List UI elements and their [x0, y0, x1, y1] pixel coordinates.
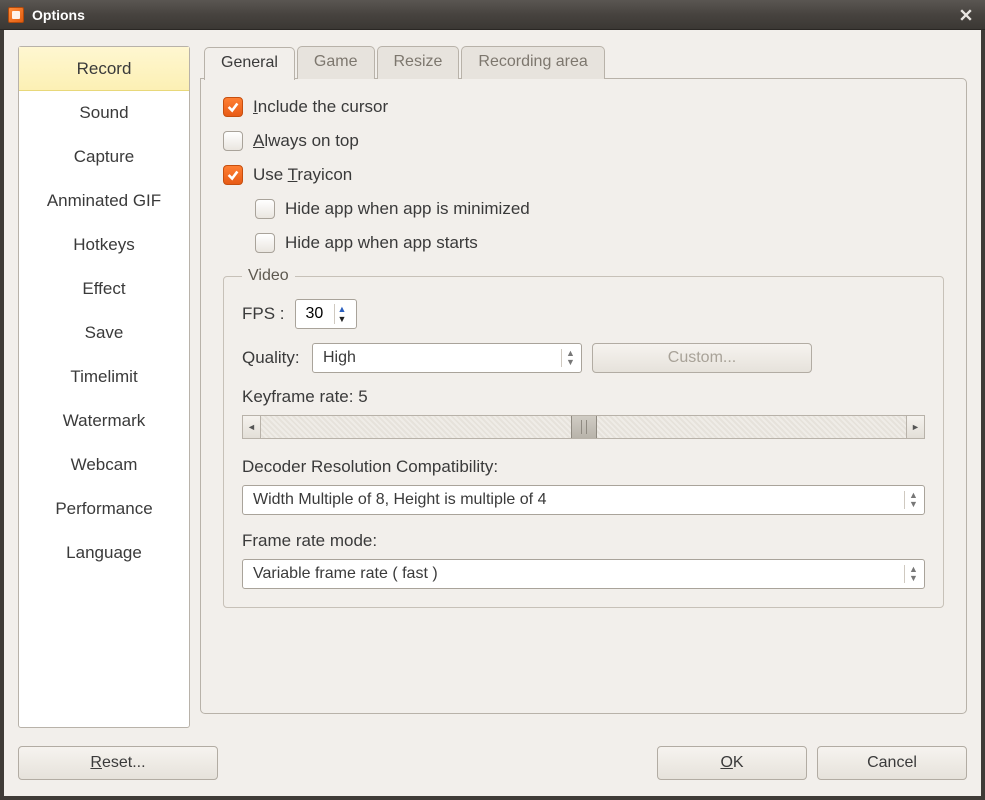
label-hide-minimized: Hide app when app is minimized — [285, 199, 530, 219]
sidebar-item-label: Anminated GIF — [47, 191, 161, 211]
tab-resize[interactable]: Resize — [377, 46, 460, 79]
tab-label: General — [221, 54, 278, 71]
sidebar-item-webcam[interactable]: Webcam — [19, 443, 189, 487]
label-always-on-top: Always on top — [253, 131, 359, 151]
combo-decoder[interactable]: Width Multiple of 8, Height is multiple … — [242, 485, 925, 515]
slider-keyframe[interactable]: ◄ ► — [242, 415, 925, 439]
sidebar-item-label: Record — [77, 59, 132, 79]
sidebar-item-effect[interactable]: Effect — [19, 267, 189, 311]
label-hide-start: Hide app when app starts — [285, 233, 478, 253]
sidebar-item-label: Capture — [74, 147, 134, 167]
combo-framerate[interactable]: Variable frame rate ( fast ) ▲▼ — [242, 559, 925, 589]
sidebar-item-hotkeys[interactable]: Hotkeys — [19, 223, 189, 267]
checkbox-include-cursor[interactable] — [223, 97, 243, 117]
tab-label: Game — [314, 53, 358, 70]
sidebar-item-watermark[interactable]: Watermark — [19, 399, 189, 443]
app-icon — [8, 7, 24, 23]
checkbox-hide-start[interactable] — [255, 233, 275, 253]
tab-game[interactable]: Game — [297, 46, 375, 79]
row-fps: FPS : ▲▼ — [242, 299, 925, 329]
reset-button[interactable]: Reset... — [18, 746, 218, 780]
sidebar-item-label: Hotkeys — [73, 235, 134, 255]
tab-label: Resize — [394, 53, 443, 70]
custom-button-label: Custom... — [668, 349, 736, 367]
label-keyframe: Keyframe rate: 5 — [242, 387, 925, 407]
row-hide-minimized: Hide app when app is minimized — [255, 199, 944, 219]
row-always-on-top: Always on top — [223, 131, 944, 151]
sidebar-item-label: Webcam — [71, 455, 138, 475]
label-framerate: Frame rate mode: — [242, 531, 925, 551]
row-quality: Quality: High ▲▼ Custom... — [242, 343, 925, 373]
sidebar-item-language[interactable]: Language — [19, 531, 189, 575]
cancel-button[interactable]: Cancel — [817, 746, 967, 780]
checkbox-use-trayicon[interactable] — [223, 165, 243, 185]
sidebar: Record Sound Capture Anminated GIF Hotke… — [18, 46, 190, 728]
sidebar-item-record[interactable]: Record — [19, 47, 189, 91]
sidebar-item-save[interactable]: Save — [19, 311, 189, 355]
row-hide-start: Hide app when app starts — [255, 233, 944, 253]
combo-quality[interactable]: High ▲▼ — [312, 343, 582, 373]
close-icon — [960, 9, 972, 21]
fieldset-video: Video FPS : ▲▼ Quality: Hig — [223, 267, 944, 608]
sidebar-item-label: Sound — [79, 103, 128, 123]
legend-video: Video — [242, 267, 295, 285]
combo-framerate-value: Variable frame rate ( fast ) — [253, 565, 438, 583]
checkbox-hide-minimized[interactable] — [255, 199, 275, 219]
chevron-updown-icon: ▲▼ — [904, 565, 920, 583]
row-use-trayicon: Use Trayicon — [223, 165, 944, 185]
label-fps: FPS : — [242, 304, 285, 324]
chevron-updown-icon: ▲▼ — [561, 349, 577, 367]
window-title: Options — [32, 7, 85, 23]
slider-left-button[interactable]: ◄ — [243, 416, 261, 438]
sidebar-item-capture[interactable]: Capture — [19, 135, 189, 179]
sidebar-item-animated-gif[interactable]: Anminated GIF — [19, 179, 189, 223]
sidebar-item-sound[interactable]: Sound — [19, 91, 189, 135]
label-decoder: Decoder Resolution Compatibility: — [242, 457, 925, 477]
check-icon — [226, 168, 240, 182]
label-quality: Quality: — [242, 348, 302, 368]
sidebar-item-label: Timelimit — [70, 367, 137, 387]
tab-recording-area[interactable]: Recording area — [461, 46, 604, 79]
sidebar-item-label: Effect — [82, 279, 125, 299]
window-frame: Record Sound Capture Anminated GIF Hotke… — [0, 30, 985, 800]
slider-track[interactable] — [261, 416, 906, 438]
combo-decoder-value: Width Multiple of 8, Height is multiple … — [253, 491, 546, 509]
tab-strip: General Game Resize Recording area — [200, 46, 967, 79]
chevron-updown-icon: ▲▼ — [904, 491, 920, 509]
check-icon — [226, 100, 240, 114]
spinner-arrows-icon[interactable]: ▲▼ — [334, 304, 352, 324]
sidebar-item-timelimit[interactable]: Timelimit — [19, 355, 189, 399]
close-button[interactable] — [955, 4, 977, 26]
reset-button-label: Reset... — [90, 754, 145, 772]
slider-thumb[interactable] — [571, 416, 597, 438]
fps-spinner[interactable]: ▲▼ — [295, 299, 357, 329]
sidebar-item-label: Language — [66, 543, 142, 563]
custom-button[interactable]: Custom... — [592, 343, 812, 373]
content-area: Record Sound Capture Anminated GIF Hotke… — [4, 30, 981, 736]
tab-general[interactable]: General — [204, 47, 295, 80]
titlebar[interactable]: Options — [0, 0, 985, 30]
tab-label: Recording area — [478, 53, 587, 70]
main-pane: General Game Resize Recording area Inclu… — [200, 46, 967, 728]
cancel-button-label: Cancel — [867, 754, 917, 772]
sidebar-item-label: Watermark — [63, 411, 146, 431]
fps-input[interactable] — [304, 304, 334, 324]
label-include-cursor: Include the cursor — [253, 97, 388, 117]
sidebar-item-label: Save — [85, 323, 124, 343]
sidebar-item-label: Performance — [55, 499, 152, 519]
sidebar-item-performance[interactable]: Performance — [19, 487, 189, 531]
combo-quality-value: High — [323, 349, 356, 367]
ok-button[interactable]: OK — [657, 746, 807, 780]
slider-right-button[interactable]: ► — [906, 416, 924, 438]
row-include-cursor: Include the cursor — [223, 97, 944, 117]
label-use-trayicon: Use Trayicon — [253, 165, 352, 185]
ok-button-label: OK — [720, 754, 743, 772]
checkbox-always-on-top[interactable] — [223, 131, 243, 151]
tab-body-general: Include the cursor Always on top Use Tra… — [200, 78, 967, 714]
bottom-bar: Reset... OK Cancel — [4, 736, 981, 796]
